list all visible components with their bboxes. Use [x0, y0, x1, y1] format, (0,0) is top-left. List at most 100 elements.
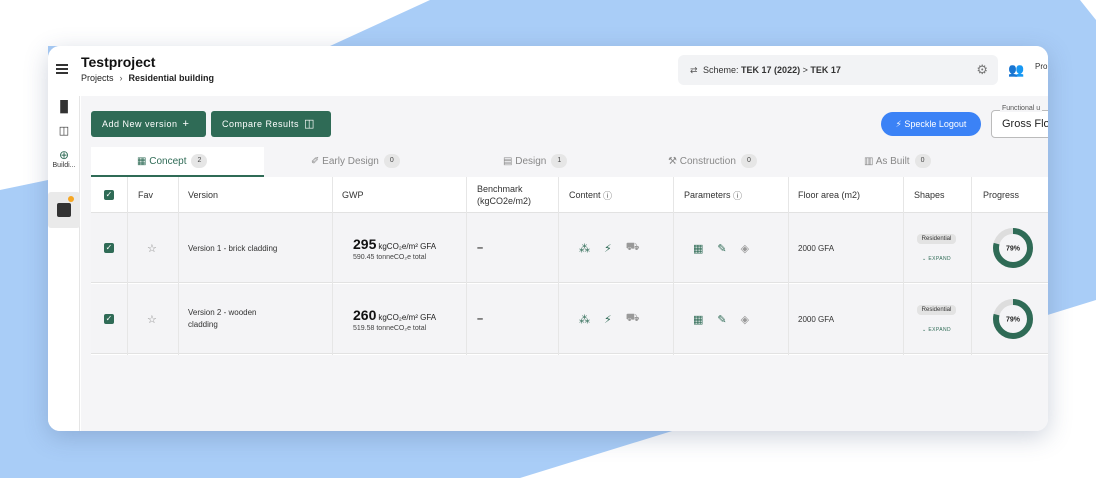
- version-name[interactable]: Version 1 - brick cladding: [188, 213, 328, 283]
- phase-tabs: ▦ Concept 2 ✐ Early Design 0 ▤ Design 1 ⚒ C…: [91, 147, 1048, 177]
- building-thumbnail-icon: [57, 203, 71, 217]
- notification-dot: [68, 196, 74, 202]
- tab-concept[interactable]: ▦ Concept 2: [91, 147, 264, 177]
- materials-icon[interactable]: ⁂: [579, 313, 590, 326]
- building-icon: ▥: [864, 156, 874, 167]
- col-progress: Progress: [983, 190, 1020, 200]
- column-divider: [178, 177, 179, 355]
- magic-wand-icon[interactable]: ✎: [717, 313, 726, 326]
- tab-design[interactable]: ▤ Design 1: [503, 147, 568, 177]
- app-window: Testproject Projects › Residential buildin…: [48, 46, 1048, 431]
- user-label: Pro: [1035, 62, 1048, 71]
- scheme-selector[interactable]: ⇄ Scheme: TEK 17 (2022) > TEK 17 ⚙: [678, 55, 998, 85]
- layers-icon[interactable]: ◈: [741, 313, 749, 326]
- column-divider: [971, 177, 972, 355]
- layers-icon[interactable]: ◈: [741, 242, 749, 255]
- building-thumbnail[interactable]: [48, 192, 80, 228]
- col-gwp: GWP: [342, 190, 364, 200]
- add-circle-icon: ⊕: [58, 148, 70, 162]
- speckle-logout-button[interactable]: ⚡ Speckle Logout: [881, 112, 981, 136]
- breadcrumb-current[interactable]: Residential building: [129, 73, 215, 83]
- progress-ring: 79%: [993, 299, 1033, 339]
- functional-unit-select[interactable]: Functional u Gross Flo: [991, 105, 1048, 138]
- magic-wand-icon[interactable]: ✎: [717, 242, 726, 255]
- column-divider: [332, 177, 333, 355]
- info-icon[interactable]: ⓘ: [733, 189, 742, 202]
- benchmark-value: –: [477, 313, 484, 325]
- tab-early-design[interactable]: ✐ Early Design 0: [311, 147, 400, 177]
- versions-table: ✓ Fav Version GWP Benchmark (kgCO2e/m2) …: [91, 177, 1048, 355]
- info-icon[interactable]: ⓘ: [603, 189, 612, 202]
- gwp-value: 260: [353, 306, 377, 323]
- tab-construction[interactable]: ⚒ Construction 0: [668, 147, 757, 177]
- col-version: Version: [188, 190, 219, 200]
- col-parameters: Parameters ⓘ: [684, 189, 743, 202]
- table-row[interactable]: ✓ ☆ Version 2 - wooden cladding 260 kgCO₂…: [91, 284, 1048, 354]
- transport-icon[interactable]: ⛟: [626, 312, 640, 326]
- route-icon: ⇄: [690, 65, 698, 75]
- gwp-value: 295: [353, 235, 377, 252]
- expand-button[interactable]: ⌄ EXPAND: [922, 327, 951, 333]
- tab-count: 0: [383, 154, 400, 169]
- star-icon[interactable]: ☆: [147, 242, 157, 255]
- breadcrumb-projects[interactable]: Projects: [81, 73, 114, 83]
- sidebar-item-label: Buildi...: [52, 162, 76, 169]
- breadcrumb: Projects › Residential building: [81, 73, 214, 83]
- menu-icon[interactable]: [56, 64, 68, 74]
- progress-ring: 79%: [993, 228, 1033, 268]
- column-divider: [466, 177, 467, 355]
- design-icon: ✐: [311, 156, 320, 167]
- plus-icon: +: [182, 118, 190, 130]
- compare-icon[interactable]: ◫: [48, 124, 80, 137]
- bar-chart-icon[interactable]: ▐▌: [48, 101, 80, 113]
- select-all-checkbox[interactable]: ✓: [104, 190, 114, 200]
- energy-icon[interactable]: ⚡: [604, 313, 612, 326]
- scheme-arrow: >: [802, 65, 808, 75]
- table-icon[interactable]: ▦: [693, 242, 703, 255]
- shape-badge: Residential: [916, 234, 957, 244]
- gwp-unit: kgCO₂e/m² GFA: [378, 312, 437, 322]
- column-divider: [127, 177, 128, 355]
- tab-count: 0: [740, 154, 757, 169]
- transport-icon[interactable]: ⛟: [626, 241, 640, 255]
- gwp-total: 590.45 tonneCO₂e total: [353, 253, 427, 261]
- compare-results-button[interactable]: Compare Results ◫: [211, 111, 331, 137]
- col-benchmark: Benchmark (kgCO2e/m2): [477, 184, 532, 206]
- add-version-button[interactable]: Add New version +: [91, 111, 206, 137]
- benchmark-value: –: [477, 242, 484, 254]
- page-title: Testproject: [81, 54, 156, 70]
- sidebar: ▐▌ ◫ ⊕ Buildi...: [48, 96, 80, 431]
- floor-area-value: 2000 GFA: [798, 243, 835, 253]
- gear-icon[interactable]: ⚙: [976, 62, 988, 78]
- floor-area-value: 2000 GFA: [798, 314, 835, 324]
- star-icon[interactable]: ☆: [147, 313, 157, 326]
- grid-icon: ▦: [137, 156, 147, 167]
- col-content: Content ⓘ: [569, 189, 613, 202]
- energy-icon[interactable]: ⚡: [604, 242, 612, 255]
- gwp-unit: kgCO₂e/m² GFA: [378, 241, 437, 251]
- column-divider: [903, 177, 904, 355]
- version-name[interactable]: Version 2 - wooden cladding: [188, 284, 288, 354]
- users-icon: 👥: [1008, 62, 1025, 77]
- table-row[interactable]: ✓ ☆ Version 1 - brick cladding 295 kgCO₂e…: [91, 213, 1048, 283]
- column-divider: [673, 177, 674, 355]
- col-floor-area: Floor area (m2): [798, 190, 861, 200]
- sidebar-item-building[interactable]: ⊕ Buildi...: [48, 148, 80, 169]
- functional-unit-label: Functional u: [1000, 105, 1043, 112]
- col-fav: Fav: [138, 190, 154, 200]
- scheme-label: Scheme:: [703, 65, 739, 75]
- scheme-target: TEK 17: [810, 65, 841, 75]
- column-divider: [788, 177, 789, 355]
- progress-label: 79%: [1006, 317, 1021, 324]
- top-bar: Testproject Projects › Residential buildin…: [48, 46, 1048, 96]
- materials-icon[interactable]: ⁂: [579, 242, 590, 255]
- tab-count: 0: [914, 154, 931, 169]
- compare-icon: ◫: [304, 118, 315, 130]
- tab-as-built[interactable]: ▥ As Built 0: [864, 147, 931, 177]
- main-content: Add New version + Compare Results ◫ ⚡ Spec…: [81, 96, 1048, 431]
- expand-button[interactable]: ⌄ EXPAND: [922, 256, 951, 262]
- row-checkbox[interactable]: ✓: [104, 314, 114, 324]
- table-header: ✓ Fav Version GWP Benchmark (kgCO2e/m2) …: [91, 177, 1048, 213]
- row-checkbox[interactable]: ✓: [104, 243, 114, 253]
- table-icon[interactable]: ▦: [693, 313, 703, 326]
